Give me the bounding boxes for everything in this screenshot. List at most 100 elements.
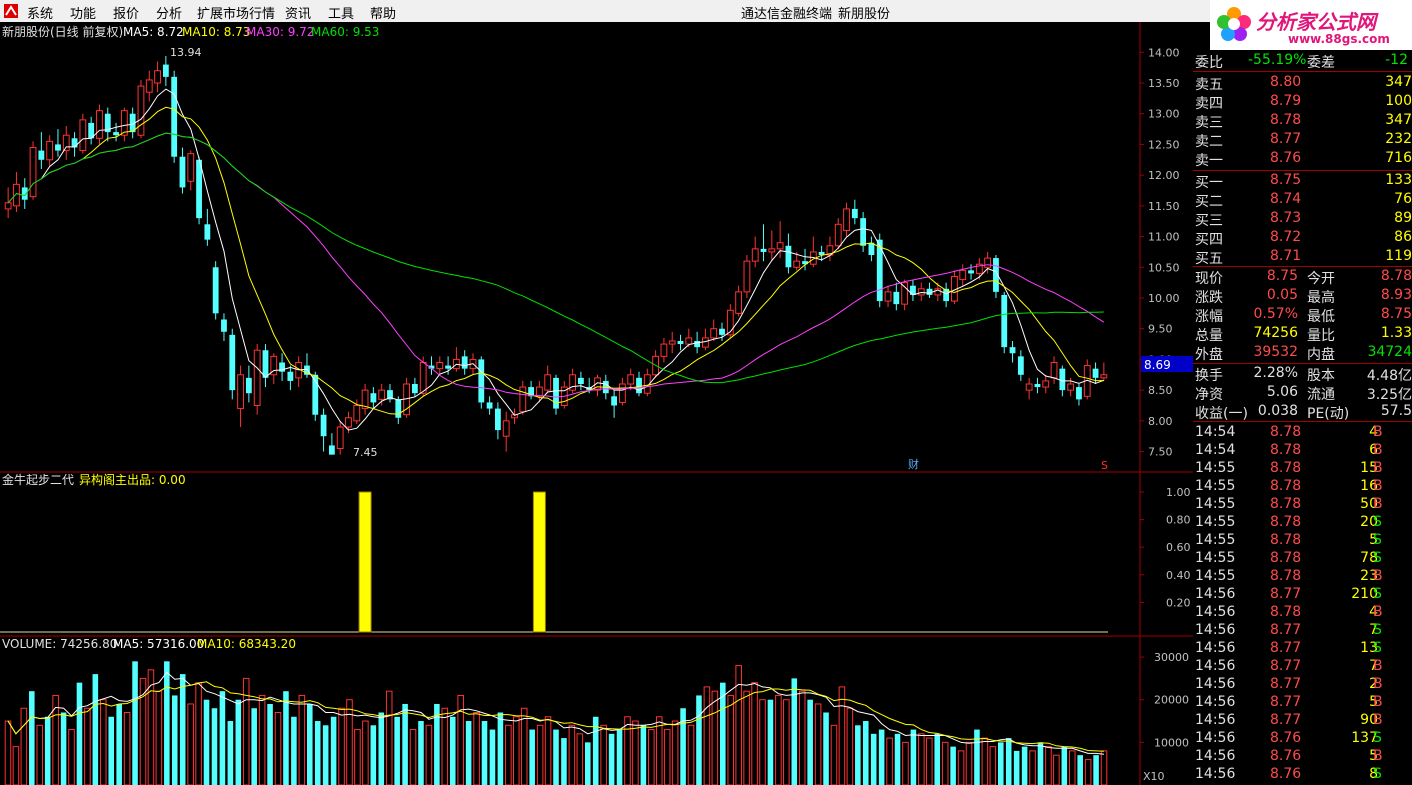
candle-up[interactable] (145, 79, 153, 93)
candle-up[interactable] (735, 291, 743, 314)
candle-up[interactable] (751, 248, 759, 262)
candle-down[interactable] (287, 371, 294, 381)
candle-up[interactable] (353, 405, 361, 422)
menu-news[interactable]: 资讯 (285, 3, 311, 22)
candle-up[interactable] (834, 223, 842, 247)
finance-event-marker[interactable]: 财 (908, 457, 919, 471)
dividend-marker[interactable]: S (1101, 459, 1108, 472)
candle-up[interactable] (46, 140, 54, 161)
tick-row[interactable]: 14:55 8.78 23 B (1193, 568, 1412, 586)
candle-up[interactable] (1042, 380, 1050, 388)
candle-up[interactable] (884, 291, 892, 302)
candle-up[interactable] (187, 153, 195, 182)
candle-down[interactable] (785, 245, 792, 268)
candle-up[interactable] (702, 337, 709, 348)
candle-up[interactable] (1025, 383, 1033, 391)
candle-down[interactable] (719, 328, 725, 335)
candle-down[interactable] (868, 242, 875, 255)
candle-down[interactable] (245, 377, 252, 394)
candle-down[interactable] (968, 270, 974, 274)
candle-up[interactable] (619, 383, 626, 403)
candle-down[interactable] (411, 384, 418, 394)
candle-down[interactable] (171, 76, 178, 157)
menu-quote[interactable]: 报价 (113, 3, 139, 22)
candle-down[interactable] (71, 138, 78, 148)
candle-up[interactable] (768, 248, 776, 253)
candle-down[interactable] (760, 248, 767, 252)
candle-up[interactable] (793, 260, 801, 268)
tick-row[interactable]: 14:55 8.78 78 S (1193, 550, 1412, 568)
tick-row[interactable]: 14:56 8.77 7 B (1193, 658, 1412, 676)
candle-up[interactable] (13, 183, 20, 207)
menu-help[interactable]: 帮助 (370, 3, 396, 22)
candle-up[interactable] (29, 147, 37, 198)
candle-up[interactable] (668, 340, 676, 345)
candle-up[interactable] (984, 257, 992, 268)
tick-row[interactable]: 14:56 8.77 2 B (1193, 676, 1412, 694)
candle-down[interactable] (611, 396, 618, 406)
menu-function[interactable]: 功能 (70, 3, 96, 22)
candle-up[interactable] (1100, 374, 1108, 379)
candle-down[interactable] (38, 150, 45, 160)
candle-down[interactable] (221, 319, 227, 332)
candle-up[interactable] (544, 374, 552, 391)
candle-up[interactable] (154, 70, 161, 84)
candle-up[interactable] (627, 374, 635, 385)
candle-up[interactable] (776, 242, 784, 250)
candle-down[interactable] (553, 377, 559, 409)
candle-down[interactable] (694, 341, 701, 348)
candle-up[interactable] (901, 282, 909, 305)
candle-up[interactable] (535, 386, 543, 397)
candle-up[interactable] (917, 288, 925, 296)
candle-down[interactable] (328, 445, 335, 455)
candle-up[interactable] (1050, 362, 1058, 379)
candle-down[interactable] (55, 144, 61, 151)
tick-row[interactable]: 14:56 8.78 4 B (1193, 604, 1412, 622)
tick-row[interactable]: 14:55 8.78 16 B (1193, 478, 1412, 496)
tick-row[interactable]: 14:55 8.78 5 S (1193, 532, 1412, 550)
candle-up[interactable] (96, 110, 103, 139)
menu-analysis[interactable]: 分析 (156, 3, 182, 22)
candle-up[interactable] (336, 426, 344, 449)
candle-down[interactable] (494, 408, 501, 431)
candle-up[interactable] (79, 119, 87, 152)
menu-system[interactable]: 系统 (27, 3, 53, 22)
signal-bar[interactable] (358, 491, 372, 633)
candle-down[interactable] (212, 267, 219, 314)
candle-down[interactable] (478, 359, 485, 403)
candle-down[interactable] (677, 341, 684, 345)
candle-down[interactable] (1017, 356, 1024, 375)
menu-extended-market[interactable]: 扩展市场行情 (197, 3, 275, 22)
signal-bar[interactable] (532, 491, 546, 633)
candle-down[interactable] (851, 208, 858, 219)
candle-down[interactable] (162, 64, 169, 77)
candle-down[interactable] (1076, 387, 1082, 400)
candle-up[interactable] (419, 362, 427, 394)
candle-down[interactable] (179, 156, 186, 188)
tick-row[interactable]: 14:55 8.78 15 B (1193, 460, 1412, 478)
candle-up[interactable] (502, 420, 510, 437)
tick-row[interactable]: 14:56 8.76 5 B (1193, 748, 1412, 766)
candle-down[interactable] (1034, 384, 1041, 388)
candle-down[interactable] (113, 132, 119, 136)
tick-row[interactable]: 14:54 8.78 6 B (1193, 442, 1412, 460)
candle-down[interactable] (893, 291, 900, 305)
candle-down[interactable] (395, 399, 402, 418)
tick-row[interactable]: 14:56 8.77 7 S (1193, 622, 1412, 640)
candle-up[interactable] (660, 343, 668, 357)
candle-down[interactable] (1092, 368, 1099, 378)
candle-up[interactable] (253, 349, 261, 407)
candle-up[interactable] (743, 260, 751, 293)
candle-up[interactable] (378, 389, 386, 400)
candle-up[interactable] (62, 134, 70, 152)
candle-up[interactable] (843, 208, 850, 231)
candle-up[interactable] (1067, 383, 1075, 391)
candle-down[interactable] (204, 224, 211, 240)
candle-up[interactable] (137, 85, 145, 136)
candle-up[interactable] (345, 417, 352, 428)
candle-up[interactable] (959, 269, 967, 281)
candle-down[interactable] (196, 159, 202, 219)
tick-row[interactable]: 14:56 8.76 137 S (1193, 730, 1412, 748)
candle-down[interactable] (461, 356, 468, 369)
candle-up[interactable] (4, 202, 12, 210)
